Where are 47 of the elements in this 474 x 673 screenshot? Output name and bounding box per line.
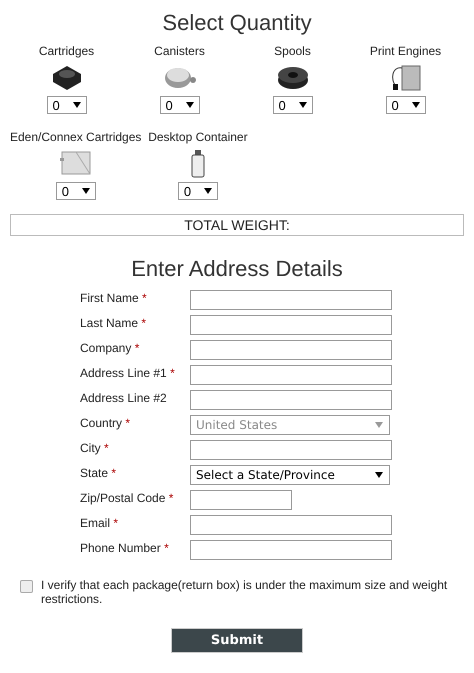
caret-icon xyxy=(375,472,383,478)
section-title: Enter Address Details xyxy=(130,256,344,282)
product-name: Cartridges xyxy=(38,44,94,58)
input-field[interactable] xyxy=(190,390,392,410)
input-field[interactable] xyxy=(190,290,392,310)
caret-icon xyxy=(375,422,383,428)
field-label: Country * xyxy=(80,415,132,431)
quantity-select[interactable]: 0 xyxy=(46,96,86,114)
quantity-select[interactable]: 0 xyxy=(178,182,218,200)
caret-icon xyxy=(298,102,306,108)
field-label: City * xyxy=(80,440,110,456)
product-name: Eden/Connex Cartridges xyxy=(10,130,142,144)
quantity-select[interactable]: 0 xyxy=(160,96,200,114)
quantity-select[interactable]: 0 xyxy=(56,182,96,200)
field-label: Zip/Postal Code * xyxy=(80,490,174,506)
product-name: Desktop Container xyxy=(148,130,248,144)
select-field[interactable]: Select a State/Province xyxy=(190,465,390,485)
input-field[interactable] xyxy=(190,315,392,335)
input-field[interactable] xyxy=(190,540,392,560)
caret-icon xyxy=(186,102,194,108)
field-label: Last Name * xyxy=(80,315,148,331)
caret-icon xyxy=(412,102,420,108)
field-label: Address Line #2 xyxy=(80,390,168,406)
total-weight: TOTAL WEIGHT: xyxy=(10,214,464,236)
field-label: First Name * xyxy=(80,290,148,306)
input-field[interactable] xyxy=(190,515,392,535)
verify-label: I verify that each package(return box) is under the maximum size and weight restrictions. xyxy=(41,578,448,606)
field-label: State * xyxy=(80,465,118,481)
input-field[interactable] xyxy=(190,365,392,385)
product-name: Print Engines xyxy=(370,44,442,58)
input-field[interactable] xyxy=(190,440,392,460)
field-label: Phone Number * xyxy=(80,540,170,556)
quantity-select[interactable]: 0 xyxy=(272,96,312,114)
field-label: Company * xyxy=(80,340,140,356)
field-label: Address Line #1 * xyxy=(80,365,176,381)
quantity-select[interactable]: 0 xyxy=(386,96,426,114)
product-name: Canisters xyxy=(154,44,205,58)
caret-icon xyxy=(204,188,212,194)
checkbox[interactable] xyxy=(20,580,33,593)
caret-icon xyxy=(82,188,90,194)
product-name: Spools xyxy=(274,44,311,58)
field-label: Email * xyxy=(80,515,120,531)
input-field[interactable] xyxy=(190,340,392,360)
caret-icon xyxy=(72,102,80,108)
submit-button[interactable]: Submit xyxy=(171,628,303,653)
input-field[interactable] xyxy=(190,490,292,510)
section-title: Select Quantity xyxy=(161,10,313,36)
